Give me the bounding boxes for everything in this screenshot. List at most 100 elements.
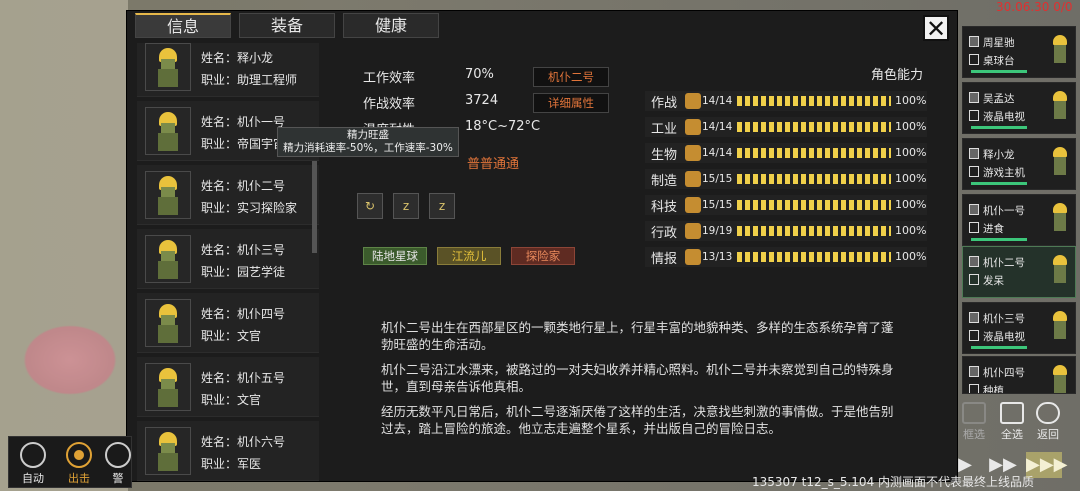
ability-row: 生物 14/14 100%: [645, 143, 927, 163]
select-all-button[interactable]: 全选: [994, 402, 1030, 446]
tab-info[interactable]: 信息: [135, 13, 231, 38]
roster-task: 液晶电视: [983, 331, 1025, 343]
ability-level: 14/14: [702, 121, 733, 133]
ability-pct: 100%: [895, 120, 927, 133]
ability-row: 科技 15/15 100%: [645, 195, 927, 215]
colonist-sprite: [1051, 35, 1069, 65]
roster-item[interactable]: 吴孟达 液晶电视: [962, 82, 1076, 134]
roster-name: 机仆三号: [983, 313, 1025, 325]
colonist-sprite: [1051, 147, 1069, 177]
auto-label: 自动: [22, 472, 44, 485]
tag-planet[interactable]: 陆地星球: [363, 247, 427, 265]
tab-health[interactable]: 健康: [343, 13, 439, 38]
roster-name: 机仆四号: [983, 367, 1025, 379]
roster-item[interactable]: 机仆一号 进食: [962, 194, 1076, 246]
ability-bar: [737, 174, 891, 184]
frame-select-button[interactable]: 框选: [956, 402, 992, 446]
char-name: 姓名：机仆三号: [201, 243, 286, 257]
character-list-item[interactable]: 姓名：释小龙 职业：助理工程师: [137, 43, 319, 97]
tag-profession[interactable]: 探险家: [511, 247, 575, 265]
document-icon: [685, 223, 701, 239]
back-label: 返回: [1037, 428, 1059, 441]
checkbox-icon: [969, 166, 979, 177]
character-name-box: 机仆二号: [533, 67, 609, 87]
ability-bar: [737, 252, 891, 262]
ability-name: 科技: [651, 200, 678, 215]
alert-button[interactable]: 警: [105, 440, 131, 486]
character-list-item[interactable]: 姓名：机仆三号 职业：园艺学徒: [137, 229, 319, 289]
health-bar: [971, 182, 1027, 185]
ability-pct: 100%: [895, 250, 927, 263]
ability-level: 15/15: [702, 199, 733, 211]
roster-task: 液晶电视: [983, 111, 1025, 123]
bio-paragraph: 经历无数平凡日常后，机仆二号逐渐厌倦了这样的生活，决意找些刺激的事情做。于是他告…: [381, 404, 894, 436]
roster-name: 机仆二号: [983, 257, 1025, 269]
ability-pct: 100%: [895, 198, 927, 211]
work-eff-value: 70%: [465, 67, 494, 82]
roster-name: 吴孟达: [983, 93, 1015, 105]
ability-bar: [737, 122, 891, 132]
trait-icons: ↻ z z: [357, 193, 455, 219]
sortie-label: 出击: [68, 472, 90, 485]
avatar: [145, 235, 191, 283]
tooltip-desc: 精力消耗速率-50%，工作速率-30%: [283, 142, 453, 154]
grid-icon: [1000, 402, 1024, 424]
roster-item[interactable]: 机仆四号 种植: [962, 356, 1076, 394]
roster-item[interactable]: 机仆三号 液晶电视: [962, 302, 1076, 354]
ability-bar: [737, 200, 891, 210]
character-list-item[interactable]: 姓名：机仆五号 职业：文官: [137, 357, 319, 417]
character-list-item[interactable]: 姓名：机仆二号 职业：实习探险家: [137, 165, 319, 225]
char-name: 姓名：机仆二号: [201, 179, 286, 193]
doc-icon: [969, 204, 979, 215]
close-button[interactable]: ✕: [923, 15, 949, 41]
colonist-sprite: [1051, 91, 1069, 121]
roster-name: 周星驰: [983, 37, 1015, 49]
action-dock: 自动 出击 警: [8, 436, 132, 488]
roster-item[interactable]: 释小龙 游戏主机: [962, 138, 1076, 190]
character-list-item[interactable]: 姓名：机仆六号 职业：军医: [137, 421, 319, 481]
character-list[interactable]: 姓名：释小龙 职业：助理工程师 姓名：机仆一号 职业：帝国宇宙 姓名：机仆二号 …: [127, 43, 319, 481]
auto-button[interactable]: 自动: [13, 440, 53, 486]
doc-icon: [969, 366, 979, 377]
ability-row: 工业 14/14 100%: [645, 117, 927, 137]
doc-icon: [969, 256, 979, 267]
colonist-sprite: [1051, 203, 1069, 233]
character-list-item[interactable]: 姓名：机仆四号 职业：文官: [137, 293, 319, 353]
wrench-icon: [685, 171, 701, 187]
colonist-sprite: [1051, 311, 1069, 341]
ability-level: 19/19: [702, 225, 733, 237]
rest-icon[interactable]: z: [429, 193, 455, 219]
tag-list: 陆地星球 江流儿 探险家: [363, 247, 575, 265]
tag-origin[interactable]: 江流儿: [437, 247, 501, 265]
ability-level: 15/15: [702, 173, 733, 185]
ability-name: 行政: [651, 226, 678, 241]
ability-pct: 100%: [895, 224, 927, 237]
character-info-panel: 信息 装备 健康 ✕ 姓名：释小龙 职业：助理工程师 姓名：机仆一号 职业：帝国…: [126, 10, 958, 482]
ability-row: 制造 15/15 100%: [645, 169, 927, 189]
char-job: 职业：文官: [201, 393, 262, 407]
ability-pct: 100%: [895, 94, 927, 107]
char-name: 姓名：机仆一号: [201, 115, 286, 129]
combat-eff-label: 作战效率: [363, 97, 416, 112]
list-scrollbar[interactable]: [312, 161, 317, 253]
sleep-icon[interactable]: z: [393, 193, 419, 219]
recycle-icon[interactable]: ↻: [357, 193, 383, 219]
char-job: 职业：实习探险家: [201, 201, 298, 215]
detail-attributes-button[interactable]: 详细属性: [533, 93, 609, 113]
industry-icon: [685, 119, 701, 135]
checkbox-icon: [969, 110, 979, 121]
sortie-button[interactable]: 出击: [59, 440, 99, 486]
health-bar: [971, 238, 1027, 241]
sortie-icon: [66, 442, 92, 468]
ability-name: 情报: [651, 252, 678, 267]
paw-icon: [685, 145, 701, 161]
bio-paragraph: 机仆二号出生在西部星区的一颗类地行星上，行星丰富的地貌种类、多样的生态系统孕育了…: [381, 320, 894, 352]
tab-bar: 信息 装备 健康: [135, 13, 439, 38]
roster-item[interactable]: 周星驰 桌球台: [962, 26, 1076, 78]
roster-item-selected[interactable]: 机仆二号 发呆: [962, 246, 1076, 298]
char-job: 职业：助理工程师: [201, 73, 298, 87]
auto-icon: [20, 442, 46, 468]
back-button[interactable]: 返回: [1030, 402, 1066, 446]
roster-task: 游戏主机: [983, 167, 1025, 179]
tab-equipment[interactable]: 装备: [239, 13, 335, 38]
